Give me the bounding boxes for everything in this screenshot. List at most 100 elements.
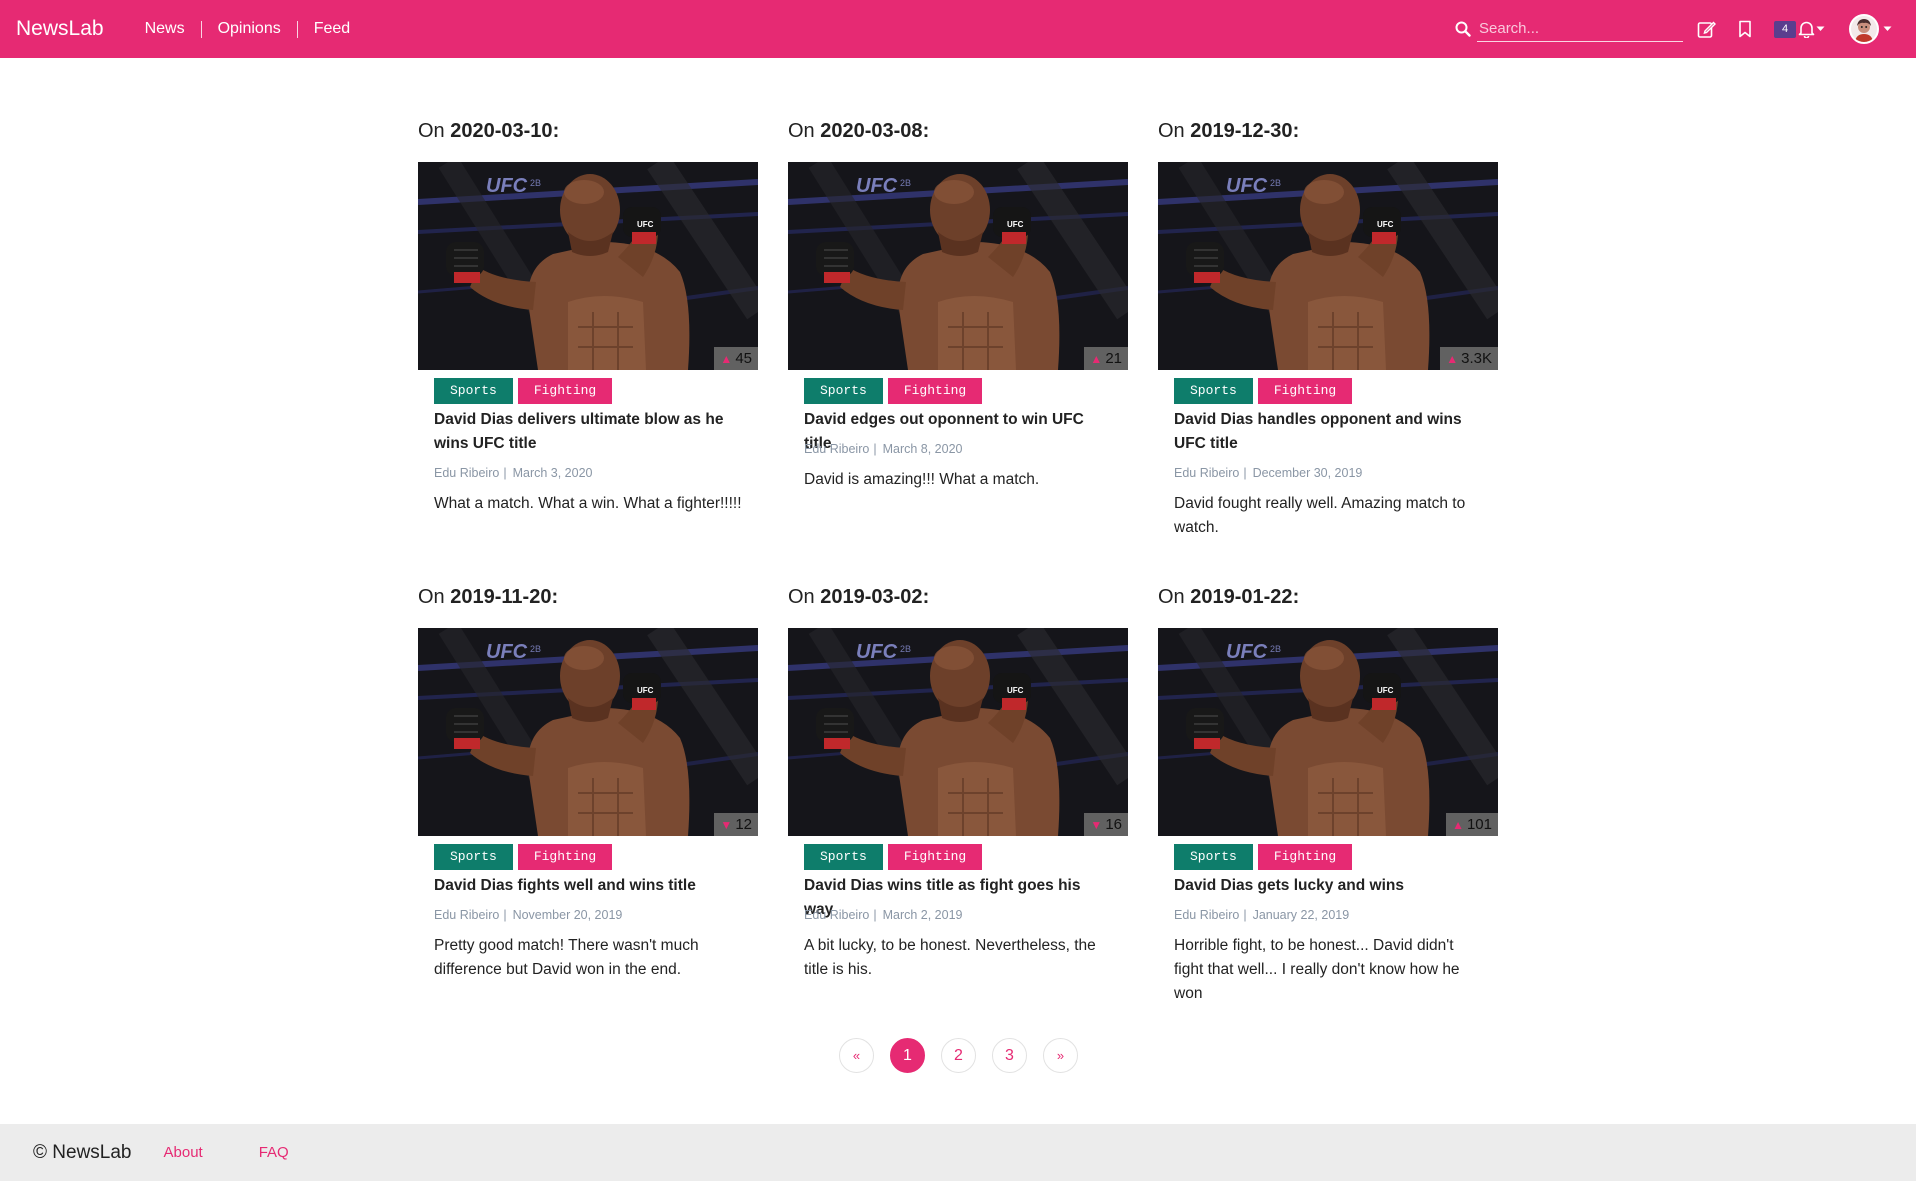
tag-list: Sports Fighting — [1174, 844, 1357, 870]
article-excerpt: A bit lucky, to be honest. Nevertheless,… — [804, 937, 1096, 978]
fighter-photo — [788, 162, 1128, 370]
article-date: 2019-12-30 — [1190, 120, 1293, 142]
pagination-page-3[interactable]: 3 — [992, 1038, 1027, 1073]
footer-link-faq[interactable]: FAQ — [259, 1144, 289, 1161]
article-published-date: November 20, 2019 — [512, 908, 623, 922]
search-box — [1455, 16, 1683, 42]
vote-count-badge: ▲ 21 — [1084, 347, 1128, 370]
article-meta: Edu Ribeiro | January 22, 2019 — [1174, 908, 1350, 922]
nav-news[interactable]: News — [129, 20, 201, 38]
tag-fighting[interactable]: Fighting — [517, 844, 613, 870]
vote-count-badge: ▼ 12 — [714, 813, 758, 836]
footer-copyright: © NewsLab — [33, 1141, 132, 1163]
article-author[interactable]: Edu Ribeiro — [804, 908, 869, 922]
article-thumbnail[interactable]: ▼ 12 — [418, 628, 758, 836]
article-thumbnail[interactable]: ▲ 21 — [788, 162, 1128, 370]
tag-list: Sports Fighting — [804, 378, 987, 404]
tag-list: Sports Fighting — [434, 844, 617, 870]
article-excerpt: Pretty good match! There wasn't much dif… — [434, 937, 699, 978]
search-icon[interactable] — [1455, 21, 1471, 37]
tag-fighting[interactable]: Fighting — [1257, 378, 1353, 404]
nav-feed[interactable]: Feed — [298, 20, 366, 38]
upvote-arrow-icon: ▲ — [1452, 817, 1464, 832]
article-meta: Edu Ribeiro | March 8, 2020 — [804, 442, 963, 456]
article-date-heading: On 2019-03-02: — [788, 586, 930, 608]
tag-sports[interactable]: Sports — [434, 378, 513, 404]
article-thumbnail[interactable]: ▲ 101 — [1158, 628, 1498, 836]
article-thumbnail[interactable]: ▲ 45 — [418, 162, 758, 370]
tag-fighting[interactable]: Fighting — [517, 378, 613, 404]
article-card: On 2020-03-08: ▲ 21 Sports Fighting David… — [788, 120, 1128, 560]
pagination-page-1[interactable]: 1 — [890, 1038, 925, 1073]
tag-sports[interactable]: Sports — [1174, 844, 1253, 870]
tag-fighting[interactable]: Fighting — [887, 844, 983, 870]
article-excerpt: David fought really well. Amazing match … — [1174, 495, 1466, 536]
article-author[interactable]: Edu Ribeiro — [434, 908, 499, 922]
article-meta: Edu Ribeiro | December 30, 2019 — [1174, 466, 1363, 480]
tag-sports[interactable]: Sports — [804, 378, 883, 404]
footer-link-about[interactable]: About — [164, 1144, 203, 1161]
nav-opinions[interactable]: Opinions — [202, 20, 297, 38]
navbar-actions: 4 — [1455, 0, 1892, 58]
chevron-down-icon[interactable] — [1883, 26, 1892, 32]
article-published-date: January 22, 2019 — [1252, 908, 1350, 922]
vote-count-badge: ▲ 101 — [1446, 813, 1498, 836]
tag-list: Sports Fighting — [1174, 378, 1357, 404]
downvote-arrow-icon: ▼ — [720, 817, 733, 832]
tag-sports[interactable]: Sports — [804, 844, 883, 870]
tag-fighting[interactable]: Fighting — [887, 378, 983, 404]
article-thumbnail[interactable]: ▲ 3.3K — [1158, 162, 1498, 370]
article-meta: Edu Ribeiro | March 3, 2020 — [434, 466, 593, 480]
article-excerpt: What a match. What a win. What a fighter… — [434, 495, 742, 512]
chevron-down-icon[interactable] — [1816, 26, 1825, 32]
pagination-next-button[interactable]: » — [1043, 1038, 1078, 1073]
article-card: On 2019-11-20: ▼ 12 Sports Fighting David… — [418, 586, 758, 1026]
article-author[interactable]: Edu Ribeiro — [434, 466, 499, 480]
pagination-prev-button[interactable]: « — [839, 1038, 874, 1073]
article-title[interactable]: David Dias delivers ultimate blow as he … — [434, 408, 734, 456]
article-excerpt: David is amazing!!! What a match. — [804, 471, 1040, 488]
tag-list: Sports Fighting — [804, 844, 987, 870]
downvote-arrow-icon: ▼ — [1090, 817, 1103, 832]
article-date-heading: On 2019-01-22: — [1158, 586, 1300, 608]
article-author[interactable]: Edu Ribeiro — [804, 442, 869, 456]
tag-list: Sports Fighting — [434, 378, 617, 404]
article-published-date: March 3, 2020 — [512, 466, 593, 480]
article-meta: Edu Ribeiro | November 20, 2019 — [434, 908, 623, 922]
fighter-photo — [418, 628, 758, 836]
article-date: 2019-03-02 — [820, 586, 923, 608]
upvote-arrow-icon: ▲ — [1446, 351, 1459, 366]
edit-icon[interactable] — [1697, 20, 1716, 39]
tag-sports[interactable]: Sports — [1174, 378, 1253, 404]
article-excerpt: Horrible fight, to be honest... David di… — [1174, 937, 1460, 1002]
upvote-arrow-icon: ▲ — [1090, 351, 1103, 366]
article-thumbnail[interactable]: ▼ 16 — [788, 628, 1128, 836]
vote-count-badge: ▼ 16 — [1084, 813, 1128, 836]
article-card: On 2019-12-30: ▲ 3.3K Sports Fighting Dav… — [1158, 120, 1498, 560]
bell-icon[interactable] — [1798, 20, 1815, 38]
article-author[interactable]: Edu Ribeiro — [1174, 908, 1239, 922]
fighter-photo — [1158, 162, 1498, 370]
tag-sports[interactable]: Sports — [434, 844, 513, 870]
fighter-photo — [418, 162, 758, 370]
article-published-date: March 8, 2020 — [882, 442, 963, 456]
article-title[interactable]: David Dias fights well and wins title — [434, 874, 734, 898]
top-navbar: NewsLab News Opinions Feed 4 — [0, 0, 1916, 58]
article-date-heading: On 2020-03-08: — [788, 120, 930, 142]
article-title[interactable]: David Dias gets lucky and wins — [1174, 874, 1474, 898]
avatar[interactable] — [1849, 14, 1879, 44]
article-title[interactable]: David Dias handles opponent and wins UFC… — [1174, 408, 1474, 456]
brand-logo[interactable]: NewsLab — [16, 17, 104, 41]
tag-fighting[interactable]: Fighting — [1257, 844, 1353, 870]
article-author[interactable]: Edu Ribeiro — [1174, 466, 1239, 480]
search-input[interactable] — [1477, 16, 1683, 42]
pagination-page-2[interactable]: 2 — [941, 1038, 976, 1073]
bookmark-icon[interactable] — [1738, 20, 1752, 38]
article-date-heading: On 2019-12-30: — [1158, 120, 1300, 142]
pagination: « 1 2 3 » — [839, 1038, 1094, 1073]
article-date: 2019-01-22 — [1190, 586, 1293, 608]
page-footer: © NewsLab About FAQ — [0, 1124, 1916, 1181]
upvote-arrow-icon: ▲ — [720, 351, 733, 366]
article-card: On 2019-03-02: ▼ 16 Sports Fighting David… — [788, 586, 1128, 1026]
article-date: 2020-03-08 — [820, 120, 923, 142]
